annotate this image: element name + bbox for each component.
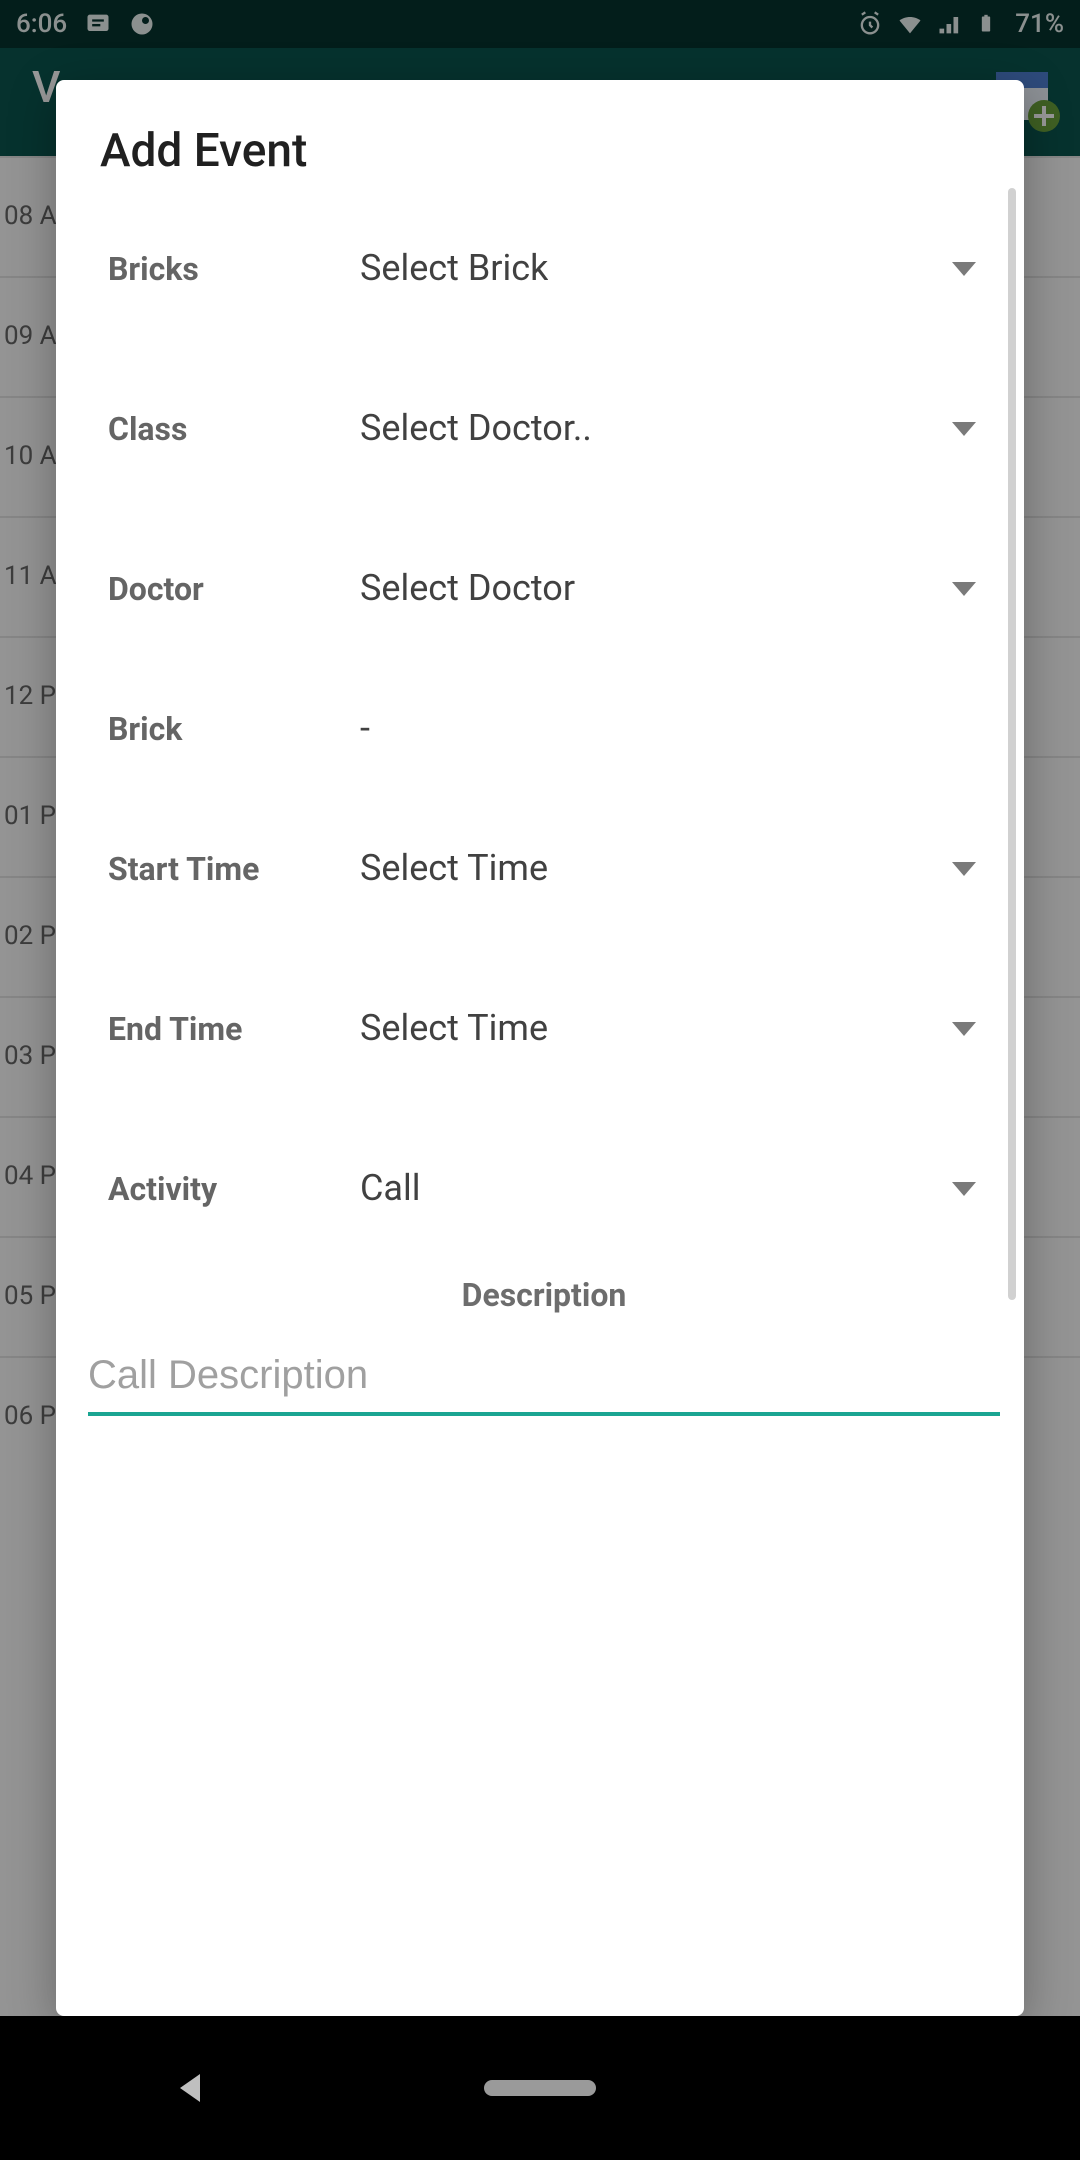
doctor-select[interactable]: Select Doctor <box>348 567 1000 609</box>
label-activity: Activity <box>88 1169 348 1207</box>
field-row-brick: Brick - <box>88 668 1000 788</box>
home-pill[interactable] <box>484 2080 596 2096</box>
dialog-content: Bricks Select Brick Class Select Doctor.… <box>88 188 1000 2016</box>
chevron-down-icon <box>952 861 976 875</box>
field-row-activity: Activity Call <box>88 1108 1000 1268</box>
system-nav-bar <box>0 2016 1080 2160</box>
chevron-down-icon <box>952 261 976 275</box>
start-time-select-value: Select Time <box>348 847 548 889</box>
label-brick: Brick <box>88 709 348 747</box>
end-time-select[interactable]: Select Time <box>348 1007 1000 1049</box>
bricks-select[interactable]: Select Brick <box>348 247 1000 289</box>
add-event-dialog: Add Event Bricks Select Brick Class Sele… <box>56 80 1024 2016</box>
activity-select-value: Call <box>348 1167 421 1209</box>
bricks-select-value: Select Brick <box>348 247 548 289</box>
start-time-select[interactable]: Select Time <box>348 847 1000 889</box>
class-select-value: Select Doctor.. <box>348 407 592 449</box>
doctor-select-value: Select Doctor <box>348 567 575 609</box>
description-heading: Description <box>88 1276 1000 1314</box>
end-time-select-value: Select Time <box>348 1007 548 1049</box>
field-row-end-time: End Time Select Time <box>88 948 1000 1108</box>
field-row-start-time: Start Time Select Time <box>88 788 1000 948</box>
scrollbar[interactable] <box>1008 188 1016 1300</box>
label-end-time: End Time <box>88 1009 348 1047</box>
class-select[interactable]: Select Doctor.. <box>348 407 1000 449</box>
description-input[interactable] <box>88 1346 1000 1416</box>
chevron-down-icon <box>952 1181 976 1195</box>
activity-select[interactable]: Call <box>348 1167 1000 1209</box>
label-start-time: Start Time <box>88 849 348 887</box>
chevron-down-icon <box>952 581 976 595</box>
field-row-class: Class Select Doctor.. <box>88 348 1000 508</box>
label-class: Class <box>88 409 348 447</box>
brick-value: - <box>348 707 1000 749</box>
field-row-doctor: Doctor Select Doctor <box>88 508 1000 668</box>
chevron-down-icon <box>952 421 976 435</box>
chevron-down-icon <box>952 1021 976 1035</box>
back-icon[interactable] <box>180 2074 200 2102</box>
dialog-title: Add Event <box>100 124 992 178</box>
label-doctor: Doctor <box>88 569 348 607</box>
label-bricks: Bricks <box>88 249 348 287</box>
field-row-bricks: Bricks Select Brick <box>88 188 1000 348</box>
